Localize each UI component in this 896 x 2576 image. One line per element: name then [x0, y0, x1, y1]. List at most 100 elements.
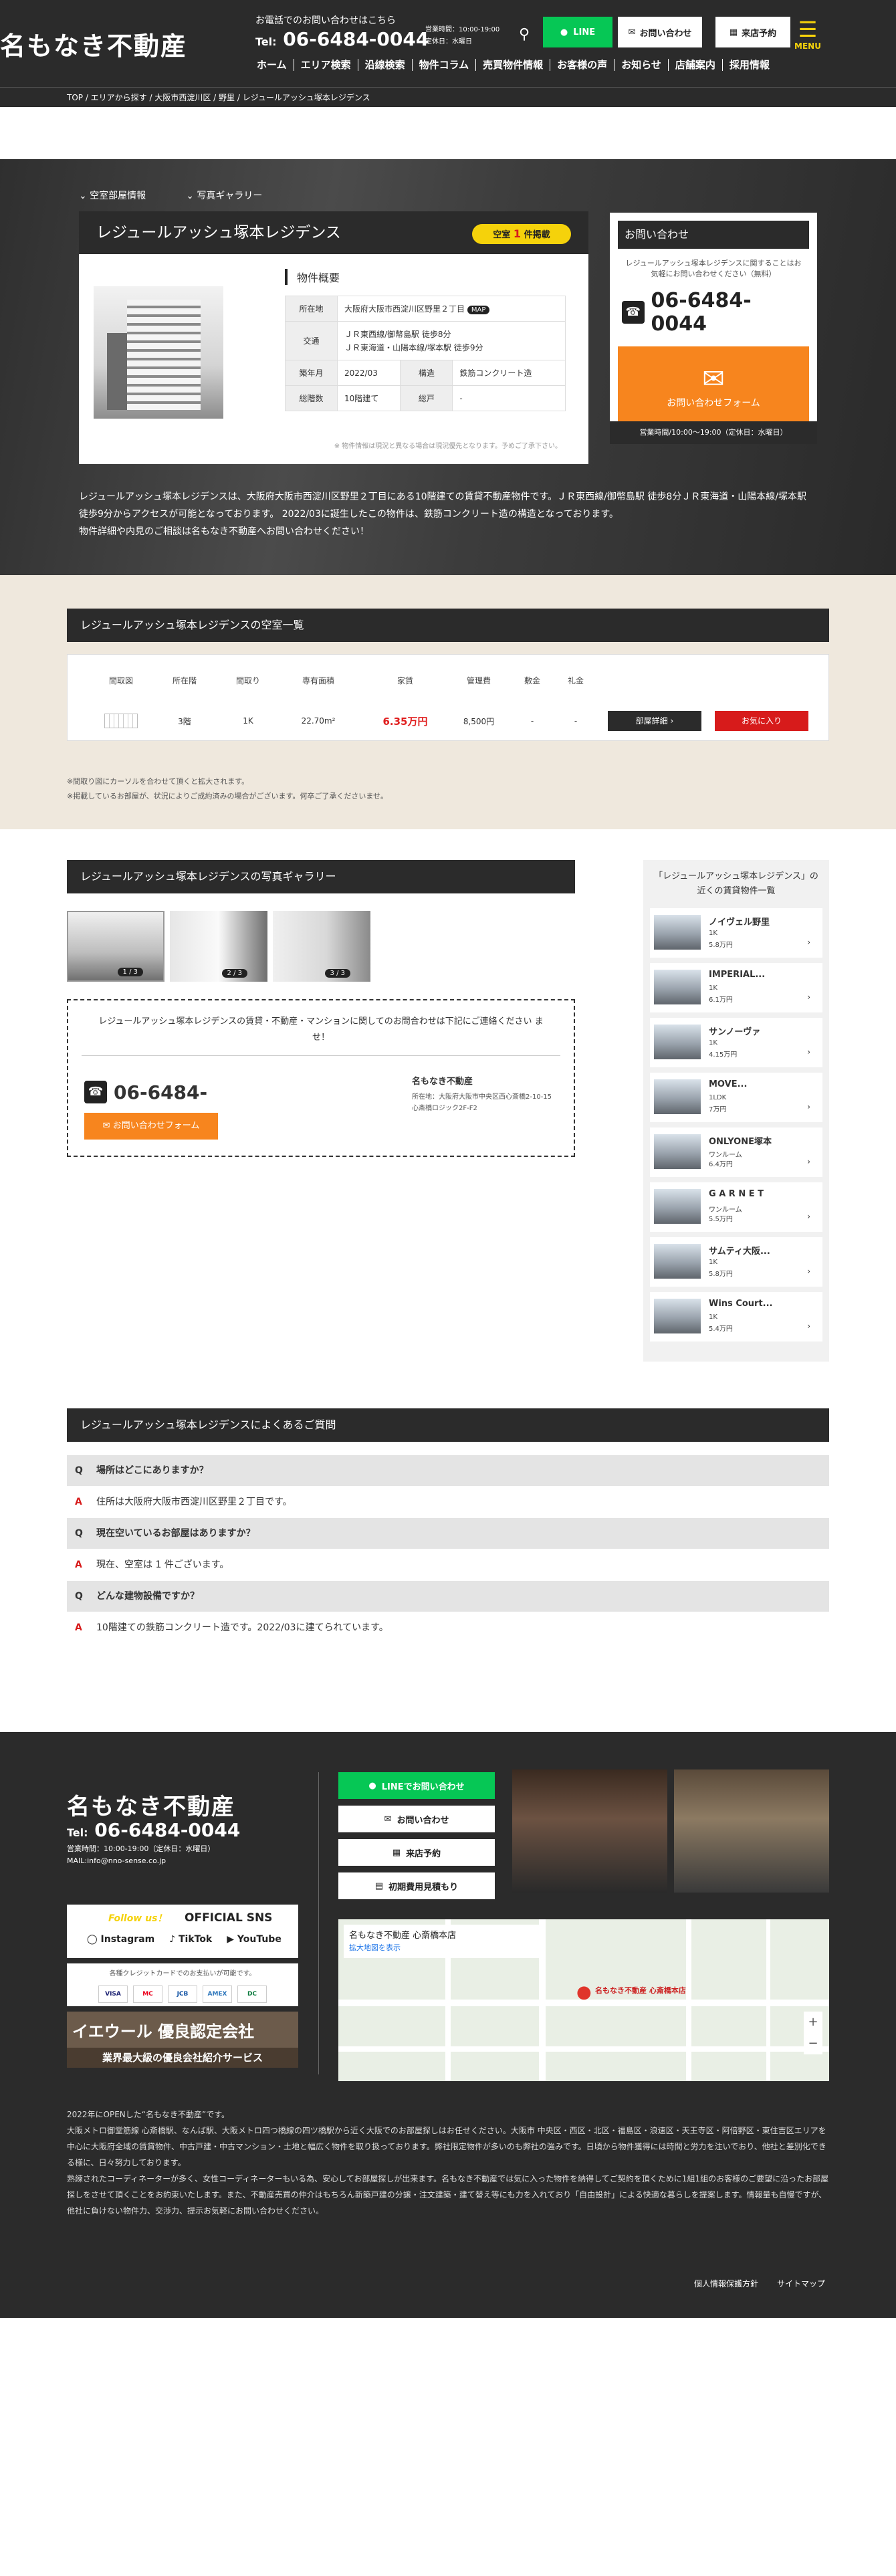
gallery-form-button[interactable]: ✉ お問い合わせフォーム	[84, 1113, 218, 1140]
nav-area-search[interactable]: エリア検索	[294, 59, 358, 71]
chevron-right-icon: ›	[807, 1321, 810, 1331]
site-logo[interactable]: 名もなき不動産	[0, 25, 187, 62]
sns-logos: ◯ Instagram ♪ TikTok ▶ YouTube	[87, 1934, 282, 1945]
footer-tel[interactable]: Tel: 06-6484-0044	[67, 1819, 240, 1841]
ieul-title: イエウール 優良認定会社	[72, 2022, 255, 2041]
privacy-link[interactable]: 個人情報保護方針	[694, 2278, 758, 2289]
contact-button[interactable]: ✉ お問い合わせ	[618, 17, 702, 47]
zoom-in-icon[interactable]: +	[804, 2012, 822, 2033]
nav-news[interactable]: お知らせ	[614, 59, 669, 71]
ieul-subtitle: 業界最大級の優良会社紹介サービス	[67, 2048, 298, 2068]
room-detail-button[interactable]: 部屋詳細 ›	[608, 711, 701, 731]
row-fee: 8,500円	[463, 716, 495, 726]
favorite-button[interactable]: お気に入り	[715, 711, 808, 731]
gallery-tel-number: 06-6484-	[114, 1081, 208, 1103]
ieul-banner[interactable]: イエウール 優良認定会社 業界最大級の優良会社紹介サービス	[67, 2012, 298, 2068]
nearby-item[interactable]: サンノーヴァ 1K 4.15万円 ›	[650, 1018, 822, 1067]
thumb-count-2: 2 / 3	[221, 969, 247, 978]
overview-location-label: 所在地	[285, 296, 338, 322]
menu-button[interactable]: ☰ MENU	[794, 17, 821, 51]
map-enlarge-link[interactable]: 拡大地図を表示	[349, 1943, 401, 1952]
breadcrumb[interactable]: TOP / エリアから探す / 大阪市西淀川区 / 野里 / レジュールアッシュ…	[0, 87, 896, 107]
plan-thumbnail[interactable]	[94, 714, 148, 728]
footer-contact-button[interactable]: ✉ お問い合わせ	[338, 1806, 495, 1832]
vacancy-row: 3階 1K 22.70m² 6.35万円 8,500円 - - 部屋詳細 › お…	[94, 711, 808, 731]
chevron-right-icon: ›	[807, 1047, 810, 1057]
nearby-item[interactable]: サムティ大阪... 1K 5.8万円 ›	[650, 1237, 822, 1287]
nearby-item[interactable]: ノイヴェル野里 1K 5.8万円 ›	[650, 908, 822, 958]
overview-floors: 10階建て	[336, 385, 401, 411]
overview-built-label: 築年月	[285, 360, 338, 386]
zoom-out-icon[interactable]: −	[804, 2033, 822, 2054]
gallery-thumb-1[interactable]: 1 / 3	[67, 911, 164, 982]
vacancy-section-title: レジュールアッシュ塚本レジデンスの空室一覧	[67, 609, 829, 642]
nav-store[interactable]: 店舗案内	[669, 59, 723, 71]
footer-mail[interactable]: MAIL:info@nno-sense.co.jp	[67, 1855, 215, 1867]
search-icon[interactable]: ⚲	[511, 21, 538, 48]
nearby-item[interactable]: MOVE... 1LDK 7万円 ›	[650, 1073, 822, 1122]
tiktok-icon[interactable]: ♪ TikTok	[169, 1934, 212, 1945]
card-logos: VISA MC JCB AMEX DC	[67, 1985, 298, 2003]
footer-estimate-button[interactable]: ▤ 初期費用見積もり	[338, 1872, 495, 1899]
map-button[interactable]: MAP	[467, 306, 490, 314]
gallery-tel[interactable]: ☎ 06-6484-	[84, 1081, 207, 1103]
faq-question[interactable]: 現在空いているお部屋はありますか？	[67, 1518, 829, 1549]
col-area: 専有面積	[302, 676, 334, 685]
overview-structure: 鉄筋コンクリート造	[452, 360, 566, 386]
nav-line-search[interactable]: 沿線検索	[358, 59, 413, 71]
store-map[interactable]: 名もなき不動産 心斎橋本店 拡大地図を表示 ● 名もなき不動産 心斎橋本店 + −	[338, 1919, 829, 2081]
sitemap-link[interactable]: サイトマップ	[777, 2278, 825, 2289]
footer-logo[interactable]: 名もなき不動産	[67, 1788, 235, 1821]
faq-answer: A 10階建ての鉄筋コンクリート造です。2022/03に建てられています。	[75, 1622, 388, 1633]
faq-answer: A 現在、空室は 1 件ございます。	[75, 1560, 229, 1570]
visit-reservation-button[interactable]: ▦ 来店予約	[715, 17, 790, 47]
map-zoom-controls[interactable]: + −	[804, 2012, 822, 2054]
nearby-item[interactable]: G A R N E T ワンルーム 5.5万円 ›	[650, 1182, 822, 1232]
nav-voice[interactable]: お客様の声	[550, 59, 615, 71]
instagram-icon[interactable]: ◯ Instagram	[87, 1934, 154, 1945]
nearby-item[interactable]: Wins Court... 1K 5.4万円 ›	[650, 1292, 822, 1341]
header-tel[interactable]: Tel: 06-6484-0044	[255, 28, 429, 50]
envelope-icon: ✉	[702, 364, 725, 395]
nearby-price: 5.8万円	[709, 942, 733, 949]
mastercard-icon: MC	[133, 1985, 162, 2003]
overview-units: -	[452, 385, 566, 411]
nearby-sidebar: 「レジュールアッシュ塚本レジデンス」の近くの賃貸物件一覧 ノイヴェル野里 1K 5.…	[643, 860, 829, 1362]
tab-gallery[interactable]: ⌄ 写真ギャラリー	[186, 189, 262, 202]
dc-card-icon: DC	[237, 1985, 267, 2003]
line-icon: ●	[560, 27, 568, 37]
mail-icon: ✉	[384, 1814, 392, 1824]
property-photo[interactable]	[94, 286, 223, 419]
nearby-item[interactable]: IMPERIAL... 1K 6.1万円 ›	[650, 963, 822, 1012]
tab-vacancy[interactable]: ⌄ 空室部屋情報	[79, 189, 146, 202]
footer-line-label: LINEでお問い合わせ	[381, 1782, 465, 1792]
faq-answer-text: 現在、空室は 1 件ございます。	[96, 1560, 229, 1570]
line-button[interactable]: ● LINE	[543, 17, 612, 47]
faq-question[interactable]: 場所はどこにありますか？	[67, 1455, 829, 1486]
nearby-item[interactable]: ONLYONE塚本 ワンルーム 6.4万円 ›	[650, 1128, 822, 1177]
col-layout: 間取り	[235, 676, 260, 685]
map-pin-icon[interactable]: ●	[576, 1982, 592, 2002]
youtube-icon[interactable]: ▶ YouTube	[227, 1934, 282, 1945]
gallery-thumb-2[interactable]: 2 / 3	[170, 911, 267, 982]
inquiry-card-tel[interactable]: ☎ 06-6484-0044	[622, 289, 805, 336]
inquiry-card: お問い合わせ レジュールアッシュ塚本レジデンスに関することはお気軽にお問い合わせ…	[610, 213, 817, 444]
gallery-thumb-3[interactable]: 3 / 3	[273, 911, 370, 982]
nav-column[interactable]: 物件コラム	[413, 59, 477, 71]
nearby-layout: 1K	[709, 984, 717, 992]
vacancy-note-1: ※間取り図にカーソルを合わせて頂くと拡大されます。	[67, 777, 249, 786]
description-line-3: 物件詳細や内見のご相談は名もなき不動産へお問い合わせください！	[79, 526, 369, 537]
footer-line-button[interactable]: ● LINEでお問い合わせ	[338, 1772, 495, 1799]
row-area: 22.70m²	[301, 716, 336, 726]
chevron-right-icon: ›	[807, 1157, 810, 1166]
nav-recruit[interactable]: 採用情報	[723, 59, 776, 71]
nav-sale[interactable]: 売買物件情報	[476, 59, 551, 71]
vacancy-table: 間取図 所在階 間取り 専有面積 家賃 管理費 敷金 礼金 3階 1K 22.7…	[67, 654, 829, 741]
footer-visit-button[interactable]: ▦ 来店予約	[338, 1839, 495, 1866]
sns-banner: Follow us！ OFFICIAL SNS ◯ Instagram ♪ Ti…	[67, 1905, 298, 1958]
nav-home[interactable]: ホーム	[250, 59, 294, 71]
inquiry-form-button[interactable]: ✉ お問い合わせフォーム	[618, 346, 809, 425]
faq-question[interactable]: どんな建物設備ですか？	[67, 1581, 829, 1612]
nearby-photo	[654, 1299, 701, 1333]
description-line-1: レジュールアッシュ塚本レジデンスは、大阪府大阪市西淀川区野里２丁目にある10階建…	[79, 492, 806, 502]
